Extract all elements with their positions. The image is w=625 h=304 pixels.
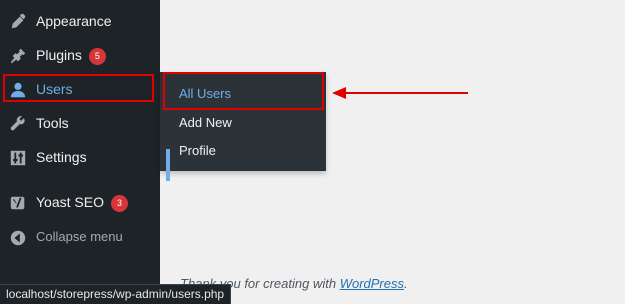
update-count-badge: 5 xyxy=(88,48,106,65)
sidebar-item-label: Yoast SEO xyxy=(36,194,104,210)
browser-status-bar: localhost/storepress/wp-admin/users.php xyxy=(0,284,232,304)
collapse-menu-button[interactable]: Collapse menu xyxy=(0,220,160,254)
sidebar-item-label: Tools xyxy=(36,115,69,131)
users-highlight-box xyxy=(3,74,154,102)
collapse-icon xyxy=(9,229,27,247)
paintbrush-icon xyxy=(9,13,27,31)
sidebar-item-appearance[interactable]: Appearance xyxy=(0,4,160,38)
annotation-arrow-icon xyxy=(332,87,468,99)
sidebar-item-tools[interactable]: Tools xyxy=(0,106,160,140)
footer-suffix: . xyxy=(404,276,408,291)
submenu-item-add-new[interactable]: Add New xyxy=(160,108,326,136)
sidebar-item-settings[interactable]: Settings xyxy=(0,140,160,174)
all-users-highlight-box xyxy=(163,72,324,110)
sidebar-item-plugins[interactable]: Plugins 5 xyxy=(0,38,160,72)
status-url: localhost/storepress/wp-admin/users.php xyxy=(6,287,225,301)
wrench-icon xyxy=(9,115,27,133)
notification-count-badge: 3 xyxy=(110,195,128,212)
wordpress-link[interactable]: WordPress xyxy=(340,276,404,291)
submenu-item-profile[interactable]: Profile xyxy=(160,136,326,164)
sidebar-item-label: Settings xyxy=(36,149,87,165)
sidebar-item-label: Plugins xyxy=(36,47,82,63)
yoast-icon xyxy=(9,194,27,212)
settings-sliders-icon xyxy=(9,149,27,167)
sidebar-item-label: Appearance xyxy=(36,13,112,29)
plugin-icon xyxy=(9,47,27,65)
admin-sidebar: Appearance Plugins 5 Users Tools Settings xyxy=(0,0,160,304)
submenu-item-label: Add New xyxy=(179,115,232,130)
sidebar-item-label: Collapse menu xyxy=(36,229,123,244)
submenu-item-label: Profile xyxy=(179,143,216,158)
sidebar-item-yoast-seo[interactable]: Yoast SEO 3 xyxy=(0,185,160,219)
